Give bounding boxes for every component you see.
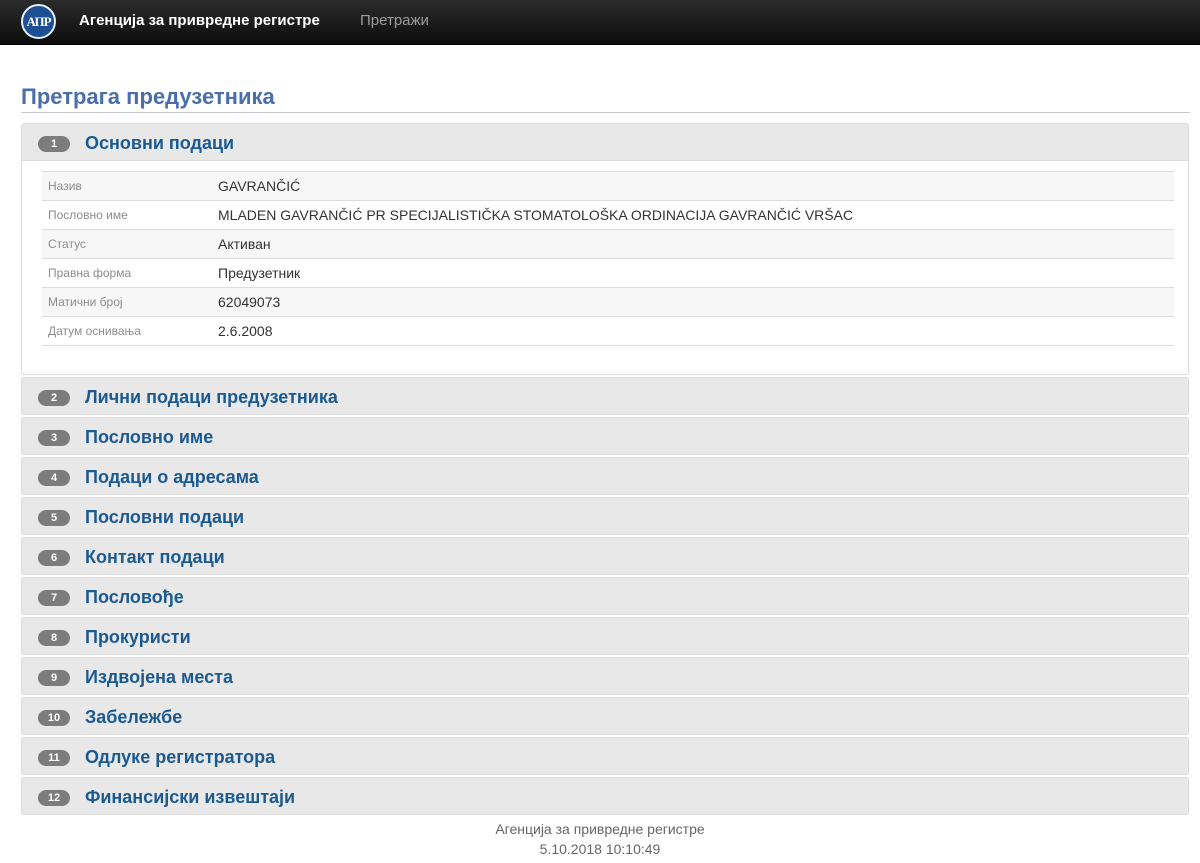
section-number-badge: 4 [38, 470, 70, 486]
section-header[interactable]: 3 Пословно име [22, 418, 1188, 454]
section-number-badge: 5 [38, 510, 70, 526]
basic-info-table: Назив GAVRANČIĆ Пословно име MLADEN GAVR… [42, 171, 1174, 346]
row-label: Статус [48, 237, 86, 251]
row-value: Активан [218, 236, 271, 252]
table-row: Датум оснивања 2.6.2008 [42, 316, 1174, 346]
table-row: Назив GAVRANČIĆ [42, 171, 1174, 201]
section-header[interactable]: 4 Подаци о адресама [22, 458, 1188, 494]
row-label: Датум оснивања [48, 324, 141, 338]
section-number-badge: 9 [38, 670, 70, 686]
top-navbar: АПР Агенција за привредне регистре Претр… [0, 0, 1200, 45]
row-label: Назив [48, 179, 82, 193]
section-title: Прокуристи [85, 627, 191, 647]
section-title: Забележбе [85, 707, 183, 727]
section-header[interactable]: 6 Контакт подаци [22, 538, 1188, 574]
section-financial-reports[interactable]: 12 Финансијски извештаји [21, 777, 1189, 815]
section-number-badge: 10 [38, 710, 70, 726]
section-title: Одлуке регистратора [85, 747, 276, 767]
row-value: 2.6.2008 [218, 323, 273, 339]
table-row: Пословно име MLADEN GAVRANČIĆ PR SPECIJA… [42, 200, 1174, 230]
row-value: MLADEN GAVRANČIĆ PR SPECIJALISTIČKA STOM… [218, 207, 854, 223]
section-header[interactable]: 2 Лични подаци предузетника [22, 378, 1188, 414]
section-registrar-decisions[interactable]: 11 Одлуке регистратора [21, 737, 1189, 775]
section-procurators[interactable]: 8 Прокуристи [21, 617, 1189, 655]
footer-org-name: Агенција за привредне регистре [495, 821, 705, 837]
title-divider [21, 112, 1190, 113]
section-header[interactable]: 8 Прокуристи [22, 618, 1188, 654]
row-value: GAVRANČIĆ [218, 178, 301, 194]
section-number-badge: 8 [38, 630, 70, 646]
table-row: Статус Активан [42, 229, 1174, 259]
section-header[interactable]: 11 Одлуке регистратора [22, 738, 1188, 774]
section-header[interactable]: 9 Издвојена места [22, 658, 1188, 694]
section-title: Пословни подаци [85, 507, 245, 527]
brand-title[interactable]: Агенција за привредне регистре [79, 12, 320, 29]
section-number-badge: 12 [38, 790, 70, 806]
section-number-badge: 3 [38, 430, 70, 446]
section-header[interactable]: 10 Забележбе [22, 698, 1188, 734]
section-basic-data: 1 Основни подаци Назив GAVRANČIĆ Пословн… [21, 123, 1189, 375]
section-notes[interactable]: 10 Забележбе [21, 697, 1189, 735]
page-footer: Агенција за привредне регистре 5.10.2018… [0, 819, 1200, 859]
section-header[interactable]: 12 Финансијски извештаји [22, 778, 1188, 814]
section-title: Издвојена места [85, 667, 233, 687]
row-value: Предузетник [218, 265, 301, 281]
section-contact-data[interactable]: 6 Контакт подаци [21, 537, 1189, 575]
section-personal-data[interactable]: 2 Лични подаци предузетника [21, 377, 1189, 415]
section-managers[interactable]: 7 Пословође [21, 577, 1189, 615]
page-title: Претрага предузетника [21, 84, 275, 109]
section-title: Финансијски извештаји [85, 787, 296, 807]
row-label: Матични број [48, 295, 123, 309]
footer-timestamp: 5.10.2018 10:10:49 [539, 841, 661, 857]
section-number-badge: 1 [38, 136, 70, 152]
section-title: Подаци о адресама [85, 467, 259, 487]
table-row: Правна форма Предузетник [42, 258, 1174, 288]
section-header[interactable]: 7 Пословође [22, 578, 1188, 614]
section-addresses[interactable]: 4 Подаци о адресама [21, 457, 1189, 495]
section-business-data[interactable]: 5 Пословни подаци [21, 497, 1189, 535]
section-title: Пословно име [85, 427, 214, 447]
row-label: Пословно име [48, 208, 128, 222]
section-title: Лични подаци предузетника [85, 387, 338, 407]
section-business-name[interactable]: 3 Пословно име [21, 417, 1189, 455]
row-label: Правна форма [48, 266, 132, 280]
section-number-badge: 6 [38, 550, 70, 566]
section-title: Контакт подаци [85, 547, 225, 567]
nav-link-search[interactable]: Претражи [360, 12, 429, 29]
section-number-badge: 7 [38, 590, 70, 606]
section-header-basic-data[interactable]: 1 Основни подаци [22, 124, 1188, 160]
table-row: Матични број 62049073 [42, 287, 1174, 317]
section-body-basic-data: Назив GAVRANČIĆ Пословно име MLADEN GAVR… [22, 160, 1188, 374]
row-value: 62049073 [218, 294, 281, 310]
section-branch-locations[interactable]: 9 Издвојена места [21, 657, 1189, 695]
section-title: Основни подаци [85, 133, 235, 153]
section-number-badge: 2 [38, 390, 70, 406]
section-number-badge: 11 [38, 750, 70, 766]
section-title: Пословође [85, 587, 184, 607]
apr-logo[interactable]: АПР [21, 4, 56, 39]
section-header[interactable]: 5 Пословни подаци [22, 498, 1188, 534]
